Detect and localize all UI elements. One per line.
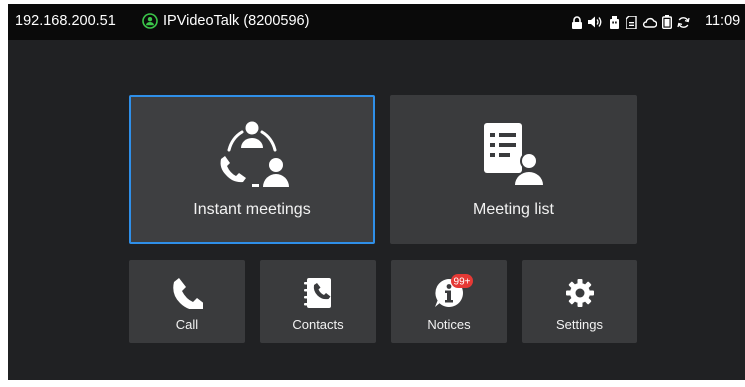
usb-icon [610, 15, 619, 29]
meeting-list-label: Meeting list [473, 201, 554, 218]
phone-icon [173, 278, 203, 309]
notification-count: 99+ [454, 277, 471, 288]
volume-icon [588, 16, 602, 28]
gear-icon [566, 279, 594, 307]
settings-tile[interactable]: Settings [522, 260, 637, 343]
meeting-list-icon [484, 123, 546, 187]
ipvideotalk-app-icon [142, 13, 158, 29]
cloud-icon [642, 17, 657, 28]
notification-badge: 99+ [451, 274, 473, 288]
instant-meetings-label: Instant meetings [193, 201, 311, 218]
instant-meetings-tile[interactable]: Instant meetings [129, 95, 375, 244]
people-call-icon [220, 121, 289, 187]
home-screen: 192.168.200.51 IPVideoTalk (8200596) 11:… [8, 4, 745, 380]
call-label: Call [175, 317, 199, 332]
settings-label: Settings [556, 317, 603, 332]
notices-tile[interactable]: 99+ Notices [391, 260, 507, 343]
status-icons [571, 14, 690, 30]
clock: 11:09 [705, 13, 741, 29]
battery-icon [662, 15, 672, 29]
app-title: IPVideoTalk (8200596) [163, 13, 310, 29]
contacts-tile[interactable]: Contacts [260, 260, 376, 343]
status-bar: 192.168.200.51 IPVideoTalk (8200596) 11:… [8, 4, 745, 40]
notices-label: Notices [427, 317, 471, 332]
sync-icon [677, 16, 690, 28]
sd-card-icon [626, 15, 637, 29]
lock-icon [572, 15, 582, 29]
call-tile[interactable]: Call [129, 260, 245, 343]
contacts-book-icon [304, 278, 331, 308]
ip-address: 192.168.200.51 [15, 13, 116, 29]
contacts-label: Contacts [292, 317, 344, 332]
meeting-list-tile[interactable]: Meeting list [390, 95, 637, 244]
